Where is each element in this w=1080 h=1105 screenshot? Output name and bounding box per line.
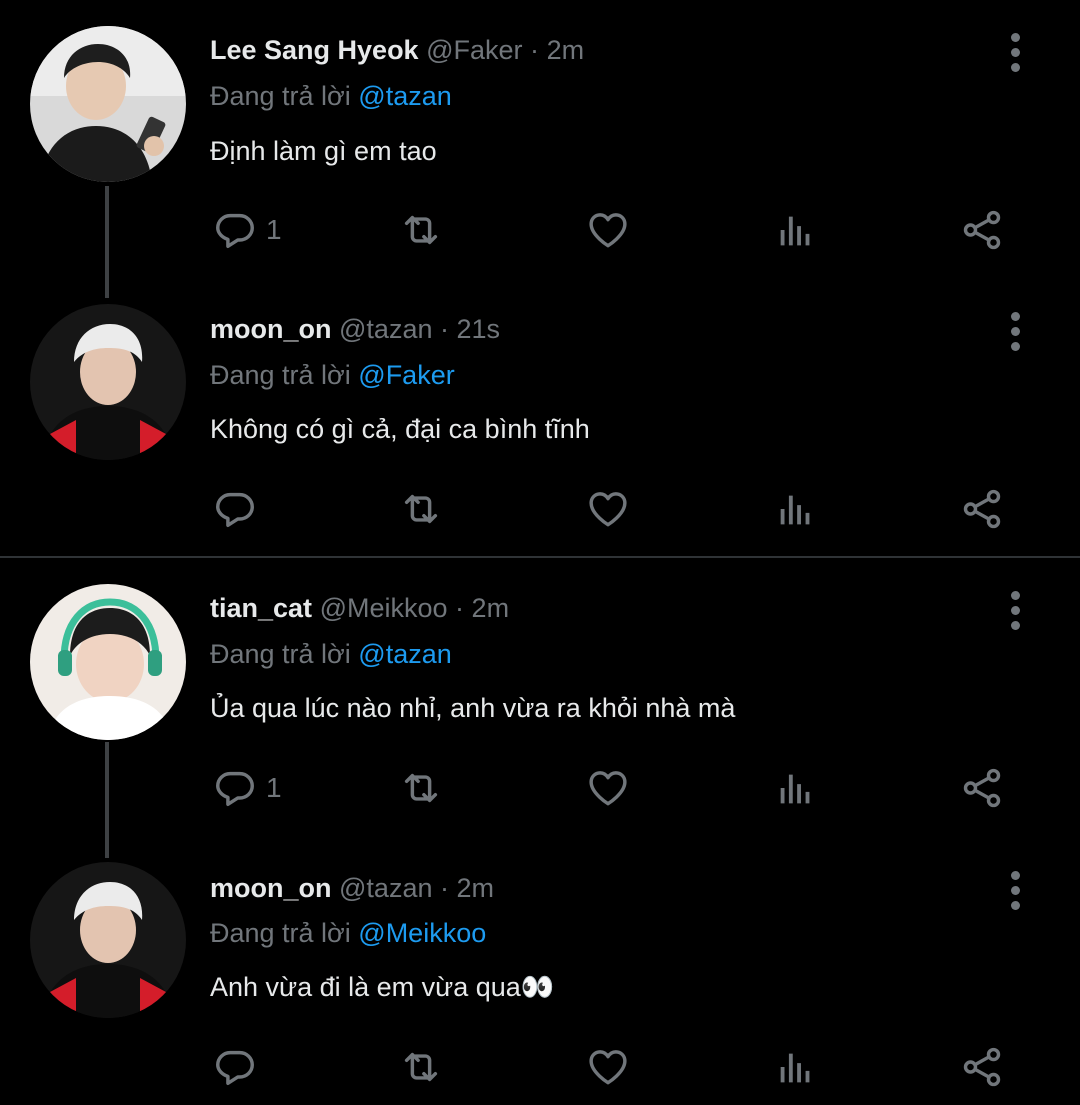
mention-link[interactable]: @Meikkoo [358,918,486,948]
replying-to: Đang trả lời @Faker [210,358,455,392]
display-name[interactable]: moon_on [210,314,332,344]
handle[interactable]: @Faker [426,35,522,65]
tweet-text: Anh vừa đi là em vừa qua👀 [210,972,555,1002]
heart-icon [585,486,631,532]
action-bar: 1 [0,206,1080,254]
share-icon [959,486,1005,532]
replying-to: Đang trả lời @Meikkoo [210,916,486,950]
heart-icon [585,765,631,811]
reply-button[interactable] [212,1043,266,1091]
separator-dot: · [455,593,465,623]
mention-link[interactable]: @tazan [358,81,451,111]
views-button[interactable] [773,764,819,812]
share-icon [959,765,1005,811]
display-name[interactable]: moon_on [210,873,332,903]
tweet-text: Không có gì cả, đại ca bình tĩnh [210,414,590,444]
share-button[interactable] [959,485,1005,533]
retweet-button[interactable] [398,1043,444,1091]
timestamp[interactable]: 2m [547,35,585,65]
share-icon [959,207,1005,253]
avatar[interactable] [30,862,186,1018]
reply-count: 1 [266,772,282,803]
views-icon [773,207,819,253]
retweet-button[interactable] [398,764,444,812]
retweet-button[interactable] [398,485,444,533]
more-vertical-icon[interactable] [1004,33,1028,73]
action-bar: 1 [0,764,1080,812]
views-icon [773,1044,819,1090]
avatar[interactable] [30,584,186,740]
retweet-icon [398,765,444,811]
tweet-header: moon_on @tazan · 2m [210,871,494,905]
reply-button[interactable]: 1 [212,206,282,254]
reply-button[interactable] [212,485,266,533]
timestamp[interactable]: 21s [457,314,501,344]
tweet-text: Định làm gì em tao [210,136,437,166]
like-button[interactable] [585,206,631,254]
separator-dot: · [440,314,449,344]
replying-to: Đang trả lời @tazan [210,637,452,671]
like-button[interactable] [585,1043,631,1091]
reply-count: 1 [266,214,282,245]
avatar[interactable] [30,304,186,460]
share-button[interactable] [959,764,1005,812]
replying-to: Đang trả lời @tazan [210,79,452,113]
timestamp[interactable]: 2m [472,593,510,623]
retweet-icon [398,1044,444,1090]
views-button[interactable] [773,206,819,254]
tweet-header: Lee Sang Hyeok @Faker · 2m [210,33,584,67]
replying-to-label: Đang trả lời [210,918,351,948]
retweet-icon [398,486,444,532]
mention-link[interactable]: @tazan [358,639,451,669]
share-icon [959,1044,1005,1090]
views-button[interactable] [773,485,819,533]
reply-icon [212,486,258,532]
action-bar [0,485,1080,533]
heart-icon [585,207,631,253]
action-bar [0,1043,1080,1091]
reply-icon [212,207,258,253]
reply-button[interactable]: 1 [212,764,282,812]
thread-divider [0,556,1080,558]
share-button[interactable] [959,1043,1005,1091]
display-name[interactable]: tian_cat [210,593,312,623]
replying-to-label: Đang trả lời [210,360,351,390]
display-name[interactable]: Lee Sang Hyeok [210,35,419,65]
like-button[interactable] [585,485,631,533]
like-button[interactable] [585,764,631,812]
more-vertical-icon[interactable] [1004,591,1028,631]
tweet-text: Ủa qua lúc nào nhỉ, anh vừa ra khỏi nhà … [210,693,736,723]
reply-icon [212,765,258,811]
tweet-header: moon_on @tazan · 21s [210,312,500,346]
heart-icon [585,1044,631,1090]
avatar[interactable] [30,26,186,182]
retweet-icon [398,207,444,253]
handle[interactable]: @tazan [339,873,432,903]
more-vertical-icon[interactable] [1004,871,1028,911]
reply-icon [212,1044,258,1090]
handle[interactable]: @Meikkoo [320,593,448,623]
replying-to-label: Đang trả lời [210,639,351,669]
views-icon [773,486,819,532]
replying-to-label: Đang trả lời [210,81,351,111]
views-icon [773,765,819,811]
tweet-header: tian_cat @Meikkoo · 2m [210,591,509,625]
separator-dot: · [440,873,449,903]
more-vertical-icon[interactable] [1004,312,1028,352]
separator-dot: · [530,35,540,65]
handle[interactable]: @tazan [339,314,432,344]
timestamp[interactable]: 2m [457,873,495,903]
retweet-button[interactable] [398,206,444,254]
share-button[interactable] [959,206,1005,254]
mention-link[interactable]: @Faker [358,360,454,390]
views-button[interactable] [773,1043,819,1091]
